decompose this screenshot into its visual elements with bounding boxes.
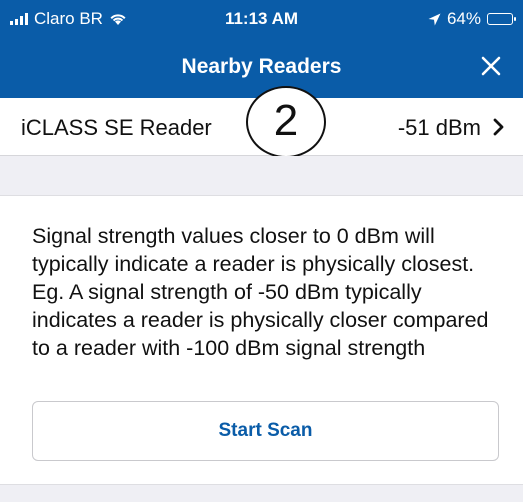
nav-bar: Nearby Readers (0, 36, 523, 98)
info-section: Signal strength values closer to 0 dBm w… (0, 196, 523, 484)
location-arrow-icon (428, 13, 441, 25)
section-separator (0, 156, 523, 196)
reader-name: iCLASS SE Reader (21, 115, 212, 140)
chevron-right-icon (493, 118, 504, 136)
close-button[interactable] (477, 52, 505, 80)
start-scan-button[interactable]: Start Scan (32, 401, 499, 461)
close-icon (481, 56, 501, 76)
signal-strength-info-text: Signal strength values closer to 0 dBm w… (32, 224, 489, 360)
status-bar-right: 64% (428, 9, 516, 29)
battery-icon (487, 13, 516, 25)
reader-signal-strength: -51 dBm (397, 115, 481, 140)
battery-percent: 64% (446, 9, 481, 28)
step-number-badge: 2 (246, 86, 326, 158)
page-title: Nearby Readers (181, 55, 342, 78)
bottom-separator (0, 484, 523, 502)
status-bar: Claro BR 11:13 AM 64% (0, 0, 523, 36)
